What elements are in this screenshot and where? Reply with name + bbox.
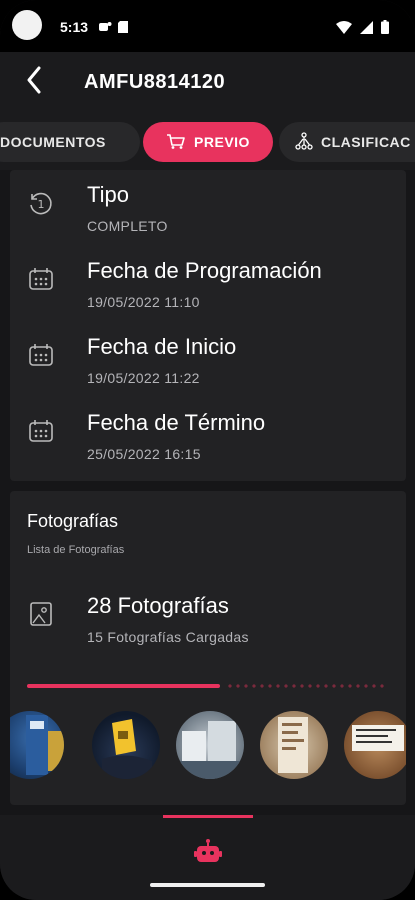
photos-title: Fotografías (27, 511, 119, 531)
detail-value: 19/05/2022 11:22 (87, 370, 200, 386)
tab-documentos[interactable]: DOCUMENTOS (0, 122, 140, 162)
photo-thumbnails (10, 711, 406, 781)
detail-label: Tipo (87, 182, 129, 207)
tab-label: DOCUMENTOS (0, 134, 106, 150)
camera-cutout (12, 10, 42, 40)
detail-value: 25/05/2022 16:15 (87, 446, 201, 462)
home-indicator[interactable] (150, 883, 265, 887)
svg-text:1: 1 (38, 198, 45, 211)
phone-frame: 5:13 AMFU8814120 DOCUMENTOS PREVIO CLASI… (0, 0, 415, 900)
photo-thumbnail[interactable] (92, 711, 160, 779)
tab-label: PREVIO (194, 134, 250, 150)
tab-bar: DOCUMENTOS PREVIO CLASIFICAC (0, 112, 415, 170)
tab-clasificacion[interactable]: CLASIFICAC (279, 122, 415, 162)
tab-previo[interactable]: PREVIO (143, 122, 273, 162)
detail-value: COMPLETO (87, 218, 168, 234)
calendar-icon (26, 264, 56, 294)
hierarchy-icon (295, 131, 313, 153)
battery-icon (381, 20, 389, 39)
history-icon: 1 (26, 188, 56, 218)
app-screen: 5:13 AMFU8814120 DOCUMENTOS PREVIO CLASI… (0, 0, 415, 900)
progress-fill (27, 684, 220, 688)
detail-label: Fecha de Inicio (87, 334, 237, 359)
calendar-icon (26, 416, 56, 446)
detail-value: 19/05/2022 11:10 (87, 294, 200, 310)
status-bar: 5:13 (0, 0, 415, 52)
photo-thumbnail[interactable] (260, 711, 328, 779)
photos-card: Fotografías Lista de Fotografías 28 Foto… (10, 491, 406, 805)
photos-summary-row[interactable]: 28 Fotografías 15 Fotografías Cargadas (10, 587, 406, 657)
back-button[interactable] (16, 64, 52, 100)
photo-thumbnail[interactable] (176, 711, 244, 779)
signal-icon (360, 20, 373, 39)
detail-row-termino: Fecha de Término 25/05/2022 16:15 (10, 404, 406, 474)
photos-subtitle: Lista de Fotografías (27, 544, 125, 556)
progress-remaining (226, 684, 385, 688)
page-title: AMFU8814120 (84, 71, 226, 93)
detail-row-programacion: Fecha de Programación 19/05/2022 11:10 (10, 252, 406, 322)
status-time: 5:13 (60, 19, 89, 35)
photos-count: 28 Fotografías (87, 593, 229, 618)
bottom-navigation (0, 815, 415, 900)
robot-icon[interactable] (192, 835, 224, 867)
image-icon (26, 599, 56, 629)
sd-card-icon (118, 20, 128, 38)
photo-thumbnail[interactable] (10, 711, 64, 779)
detail-row-tipo: 1 Tipo COMPLETO (10, 176, 406, 246)
detail-label: Fecha de Término (87, 410, 266, 435)
tab-label: CLASIFICAC (321, 134, 411, 150)
photo-thumbnail[interactable] (344, 711, 406, 779)
calendar-icon (26, 340, 56, 370)
notification-icon (98, 20, 112, 38)
cart-icon (166, 132, 186, 153)
app-bar: AMFU8814120 (0, 52, 415, 112)
detail-row-inicio: Fecha de Inicio 19/05/2022 11:22 (10, 328, 406, 398)
photos-loaded: 15 Fotografías Cargadas (87, 629, 249, 645)
chevron-left-icon (26, 66, 42, 99)
nav-active-indicator (163, 815, 253, 818)
wifi-icon (336, 20, 352, 39)
details-card: 1 Tipo COMPLETO Fecha de Programación 19… (10, 170, 406, 481)
photos-progress-bar (27, 684, 385, 688)
detail-label: Fecha de Programación (87, 258, 322, 283)
